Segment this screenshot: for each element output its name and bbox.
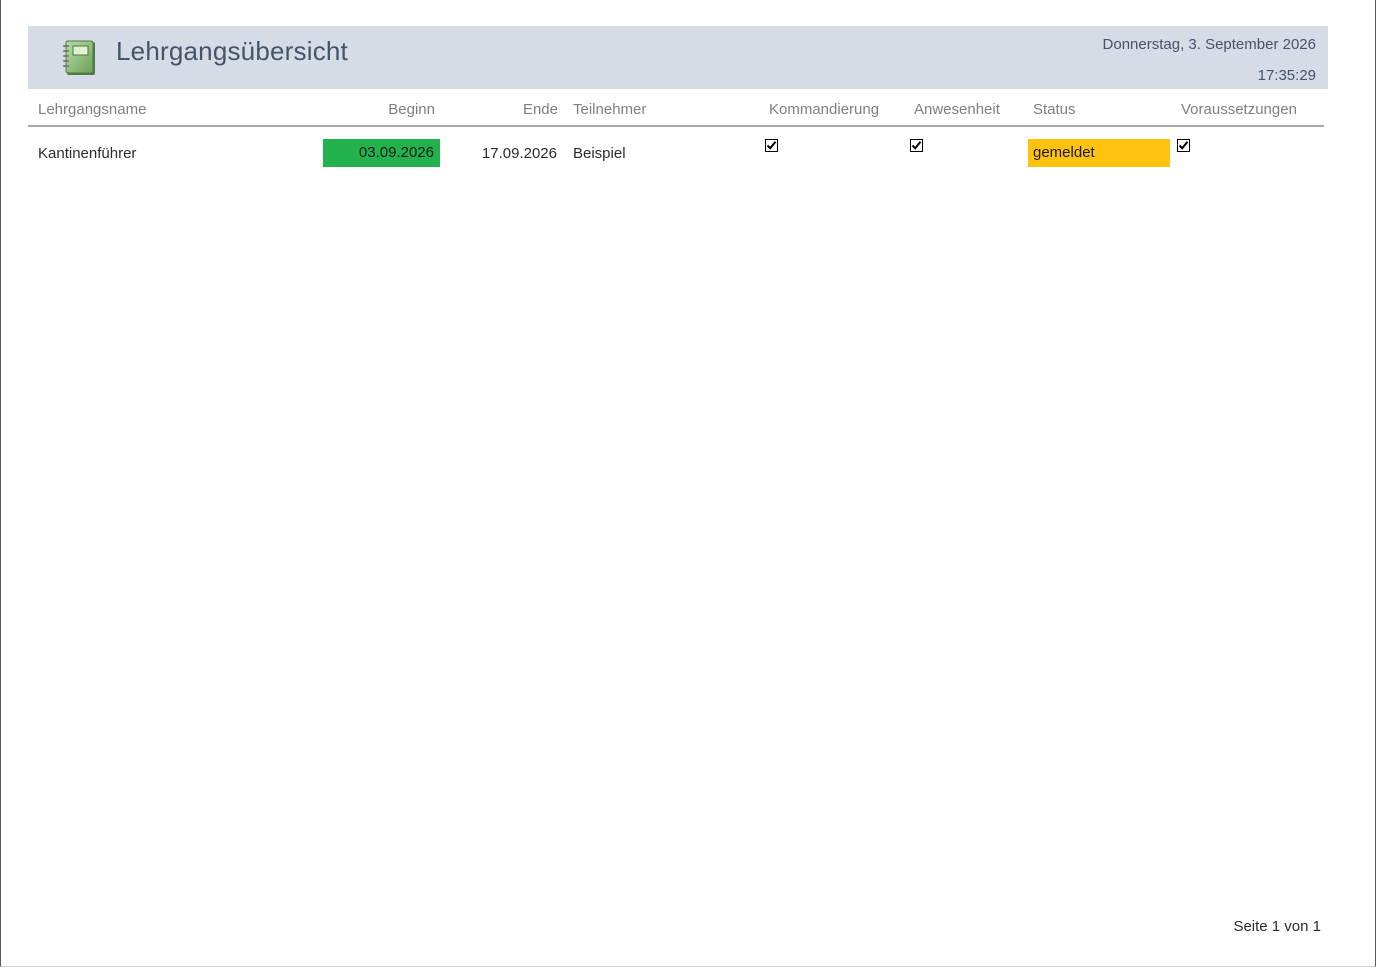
begin-date-cell: 03.09.2026 — [323, 139, 440, 167]
page-number: Seite 1 von 1 — [1233, 918, 1321, 935]
column-header-participant: Teilnehmer — [573, 101, 647, 118]
report-date: Donnerstag, 3. September 2026 — [1102, 36, 1316, 53]
prerequisites-checkbox[interactable] — [1177, 139, 1190, 152]
assignment-checkbox[interactable] — [765, 139, 778, 152]
column-header-end: Ende — [522, 101, 558, 118]
column-header-prerequisites: Voraussetzungen — [1181, 101, 1297, 118]
checkmark-icon — [911, 141, 922, 150]
report-time: 17:35:29 — [1257, 67, 1316, 84]
status-cell: gemeldet — [1028, 139, 1170, 167]
participant-cell: Beispiel — [573, 145, 626, 162]
report-header: Lehrgangsübersicht Donnerstag, 3. Septem… — [28, 26, 1328, 89]
checkmark-icon — [1178, 141, 1189, 150]
attendance-checkbox[interactable] — [910, 139, 923, 152]
column-header-name: Lehrgangsname — [38, 101, 147, 118]
end-date-cell: 17.09.2026 — [481, 145, 557, 162]
column-header-begin: Beginn — [388, 101, 435, 118]
checkmark-icon — [766, 141, 777, 150]
column-header-attendance: Anwesenheit — [914, 101, 1000, 118]
column-header-assignment: Kommandierung — [769, 101, 880, 118]
course-name-cell: Kantinenführer — [38, 145, 137, 162]
header-divider — [28, 125, 1324, 127]
column-header-status: Status — [1033, 101, 1076, 118]
report-title: Lehrgangsübersicht — [116, 36, 348, 66]
notebook-icon — [62, 40, 96, 76]
